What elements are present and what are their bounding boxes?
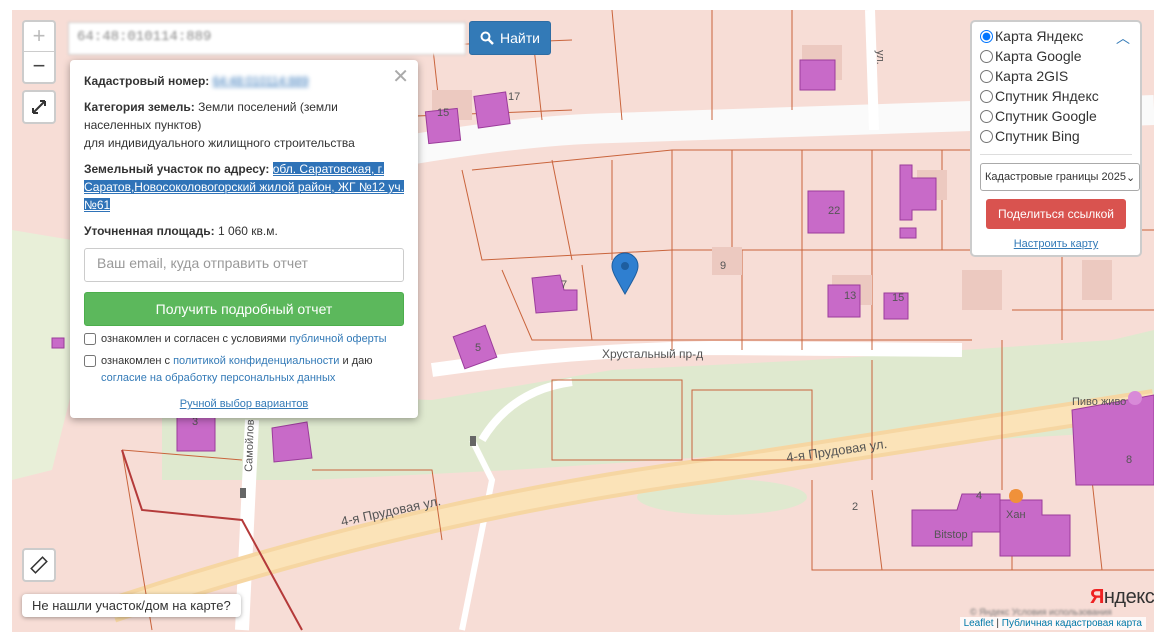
layer-label: Спутник Яндекс <box>995 88 1099 104</box>
personal-data-consent-link[interactable]: согласие на обработку персональных данны… <box>101 372 335 384</box>
attribution-separator: | <box>996 618 999 629</box>
house-number-17: 17 <box>508 91 520 103</box>
layer-radio[interactable] <box>980 109 993 123</box>
overlay-select[interactable]: Кадастровые границы 2025 ⌄ <box>980 163 1140 191</box>
layer-radio[interactable] <box>980 29 993 43</box>
poi-label-khan: Хан <box>1006 509 1026 521</box>
layer-radio[interactable] <box>980 69 993 83</box>
attribution: Leaflet | Публичная кадастровая карта <box>959 617 1146 630</box>
consent-offer-checkbox[interactable] <box>84 333 96 345</box>
overlay-select-value: Кадастровые границы 2025 <box>985 171 1126 183</box>
address-row: Земельный участок по адресу: обл. Сарато… <box>84 160 404 214</box>
house-number-22: 22 <box>828 205 840 217</box>
consent-privacy-mid: и даю <box>342 355 373 367</box>
parcel-info-popup: ✕ Кадастровый номер: 64:48:010114:889 Ка… <box>70 60 418 418</box>
poi-label-bitstop: Bitstop <box>934 529 968 541</box>
house-number-13: 13 <box>844 290 856 302</box>
bar-poi-icon[interactable] <box>1128 391 1142 405</box>
layer-radio[interactable] <box>980 129 993 143</box>
house-number-2: 2 <box>852 501 858 513</box>
expand-icon <box>32 100 46 114</box>
yandex-logo: Яндекс <box>1090 586 1154 608</box>
cadastral-label: Кадастровый номер: <box>84 74 210 88</box>
chevron-down-icon: ⌄ <box>1125 171 1136 184</box>
fullscreen-button[interactable] <box>22 90 56 124</box>
street-label-khrustalny: Хрустальный пр-д <box>602 347 703 361</box>
manual-selection-link[interactable]: Ручной выбор вариантов <box>180 398 308 410</box>
ruler-icon <box>30 556 48 574</box>
setup-row: Настроить карту <box>980 238 1132 250</box>
find-button-label: Найти <box>500 30 540 46</box>
layer-option-yandex-map[interactable]: Карта Яндекс <box>980 26 1132 46</box>
search-icon <box>480 31 494 45</box>
get-report-button[interactable]: Получить подробный отчет <box>84 292 404 326</box>
configure-map-link[interactable]: Настроить карту <box>1014 238 1099 250</box>
consent-offer-row: ознакомлен и согласен с условиями публич… <box>84 331 404 348</box>
layer-label: Карта Google <box>995 48 1082 64</box>
house-number-4: 4 <box>976 490 982 502</box>
layers-panel: ︿ Карта Яндекс Карта Google Карта 2GIS С… <box>970 20 1142 257</box>
address-label: Земельный участок по адресу: <box>84 162 270 176</box>
consent-privacy-text: ознакомлен с <box>101 355 171 367</box>
privacy-policy-link[interactable]: политикой конфиденциальности <box>173 355 339 367</box>
layer-radio[interactable] <box>980 89 993 103</box>
layer-option-bing-satellite[interactable]: Спутник Bing <box>980 126 1132 146</box>
divider <box>980 154 1132 155</box>
not-found-button[interactable]: Не нашли участок/дом на карте? <box>22 594 241 617</box>
house-number-9: 9 <box>720 260 726 272</box>
restaurant-poi-icon[interactable] <box>1009 489 1023 503</box>
manual-selection-row: Ручной выбор вариантов <box>70 398 418 410</box>
category-row: Категория земель: Земли поселений (земли… <box>84 98 404 152</box>
find-button[interactable]: Найти <box>469 21 551 55</box>
zoom-in-button[interactable]: + <box>24 22 54 52</box>
bus-stop-icon <box>470 436 476 446</box>
cadastral-map-link[interactable]: Публичная кадастровая карта <box>1002 618 1142 629</box>
street-label-samoylov: Самойлов <box>243 419 257 472</box>
layer-option-google-satellite[interactable]: Спутник Google <box>980 106 1132 126</box>
layer-radio[interactable] <box>980 49 993 63</box>
layer-option-google-map[interactable]: Карта Google <box>980 46 1132 66</box>
area-label: Уточненная площадь: <box>84 224 215 238</box>
email-input[interactable]: Ваш email, куда отправить отчет <box>84 248 404 282</box>
search-input[interactable]: 64:48:010114:889 <box>68 22 466 55</box>
area-row: Уточненная площадь: 1 060 кв.м. <box>84 222 404 240</box>
chevron-up-icon[interactable]: ︿ <box>1116 28 1130 48</box>
share-link-button[interactable]: Поделиться ссылкой <box>986 199 1126 229</box>
house-number-5: 5 <box>475 342 481 354</box>
zoom-control: + − <box>22 20 56 84</box>
zoom-out-button[interactable]: − <box>24 52 54 82</box>
consent-privacy-checkbox[interactable] <box>84 355 96 367</box>
house-number-8: 8 <box>1126 454 1132 466</box>
leaflet-link[interactable]: Leaflet <box>964 618 994 629</box>
house-number-7: 7 <box>561 279 567 291</box>
bus-stop-icon <box>240 488 246 498</box>
category-usage: для индивидуального жилищного строительс… <box>84 136 355 150</box>
house-number-15b: 15 <box>892 292 904 304</box>
consent-privacy-row: ознакомлен с политикой конфиденциальност… <box>84 353 404 387</box>
layer-label: Карта 2GIS <box>995 68 1069 84</box>
bitcoin-atm-poi-icon[interactable] <box>945 512 961 528</box>
yandex-terms[interactable]: © Яндекс Условия использования <box>970 607 1112 617</box>
cadastral-number-row: Кадастровый номер: 64:48:010114:889 <box>84 72 404 90</box>
category-label: Категория земель: <box>84 100 195 114</box>
layer-label: Спутник Google <box>995 108 1097 124</box>
poi-label-pivo: Пиво живо <box>1072 396 1126 408</box>
layer-label: Карта Яндекс <box>995 28 1084 44</box>
layer-option-yandex-satellite[interactable]: Спутник Яндекс <box>980 86 1132 106</box>
public-offer-link[interactable]: публичной оферты <box>289 333 386 345</box>
area-value: 1 060 кв.м. <box>217 224 278 238</box>
layer-label: Спутник Bing <box>995 128 1080 144</box>
consent-offer-text: ознакомлен и согласен с условиями <box>101 333 287 345</box>
house-number-15a: 15 <box>437 107 449 119</box>
ruler-button[interactable] <box>22 548 56 582</box>
layer-option-2gis-map[interactable]: Карта 2GIS <box>980 66 1132 86</box>
street-label-top: ул. <box>874 50 886 65</box>
cadastral-number[interactable]: 64:48:010114:889 <box>213 74 309 88</box>
close-icon[interactable]: ✕ <box>392 64 409 89</box>
